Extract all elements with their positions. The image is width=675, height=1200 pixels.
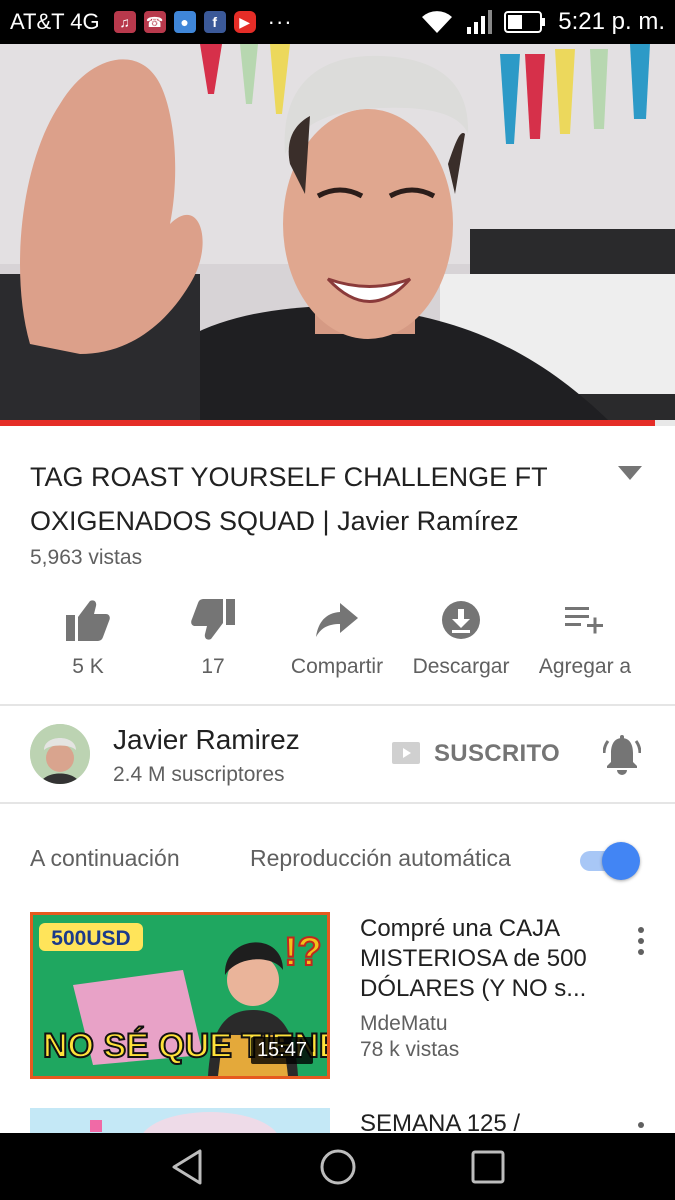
video-player[interactable]: [0, 44, 675, 422]
video-progress-fill: [0, 420, 655, 426]
message-icon: ●: [173, 11, 196, 33]
chevron-down-icon[interactable]: [617, 465, 643, 481]
video-views: 78 k vistas: [360, 1038, 460, 1061]
toggle-knob: [602, 842, 640, 880]
thumb-marks: !?: [284, 930, 322, 974]
thumbs-up-icon: [66, 600, 110, 641]
subscribed-button[interactable]: SUSCRITO: [434, 740, 560, 768]
avatar[interactable]: [30, 724, 90, 784]
back-icon[interactable]: [168, 1147, 208, 1187]
share-icon: [316, 603, 358, 637]
carrier-label: AT&T 4G: [10, 9, 100, 34]
action-bar: 5 K 17 Compartir Descargar Agregar a: [0, 590, 675, 700]
youtube-icon: ▶: [233, 11, 256, 33]
missed-call-icon: ☎: [143, 11, 166, 33]
download-icon: [442, 601, 480, 639]
overflow-dots: ···: [267, 9, 293, 34]
video-duration: 15:47: [250, 1037, 313, 1064]
view-count: 5,963 vistas: [30, 546, 143, 569]
autoplay-label: Reproducción automática: [250, 845, 511, 871]
status-bar: AT&T 4G ♫ ☎ ● f ▶ ··· 5:21 p. m.: [0, 0, 675, 44]
video-thumbnail[interactable]: 500USD !? NO SÉ QUE TIENE 15:47: [30, 912, 330, 1079]
thumbs-down-icon: [191, 599, 235, 640]
navigation-bar: [0, 1133, 675, 1200]
add-to-playlist-icon: [565, 607, 603, 634]
video-title[interactable]: Compré una CAJA MISTERIOSA de 500 DÓLARE…: [360, 914, 620, 1004]
video-progress-bar[interactable]: [0, 420, 675, 426]
facebook-icon: f: [203, 11, 226, 33]
autoplay-toggle[interactable]: [578, 842, 640, 880]
battery-icon: [504, 11, 546, 33]
music-icon: ♫: [113, 11, 136, 33]
channel-name[interactable]: Javier Ramirez: [113, 724, 300, 756]
recents-icon[interactable]: [468, 1147, 508, 1187]
youtube-play-icon: [392, 742, 420, 764]
thumb-text-top: 500USD: [51, 927, 130, 950]
signal-icon: [467, 10, 493, 34]
subscriber-count: 2.4 M suscriptores: [113, 763, 285, 786]
wifi-icon: [422, 11, 453, 33]
video-title: TAG ROAST YOURSELF CHALLENGE FT OXIGENAD…: [30, 462, 548, 536]
clock: 5:21 p. m.: [558, 8, 665, 35]
more-vert-icon[interactable]: [630, 1120, 652, 1132]
add-to-playlist-button[interactable]: Agregar a: [510, 590, 660, 679]
video-channel: MdeMatu: [360, 1012, 448, 1035]
divider: [0, 802, 675, 804]
up-next-label: A continuación: [30, 845, 180, 871]
divider: [0, 704, 675, 706]
more-vert-icon[interactable]: [630, 926, 652, 956]
home-icon[interactable]: [318, 1147, 358, 1187]
bell-icon[interactable]: [603, 735, 641, 775]
video-frame: [0, 44, 675, 422]
